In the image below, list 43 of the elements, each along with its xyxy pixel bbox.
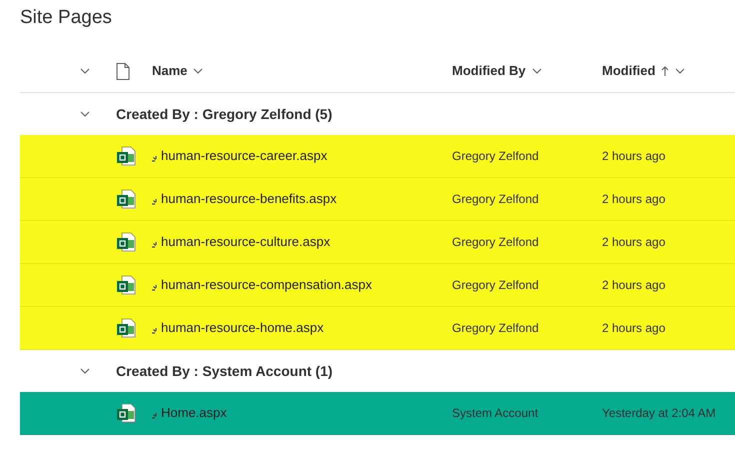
column-header[interactable]: Modified By (452, 61, 542, 81)
list-row[interactable]: Home.aspx System Account Yesterday at 2:04 AM (20, 392, 735, 435)
modified-time-text: 2 hours ago (602, 191, 666, 208)
group-header[interactable]: Created By : Gregory Zelfond (5) (116, 104, 332, 124)
modified-by-text: Gregory Zelfond (452, 148, 539, 165)
list-row[interactable]: human-resource-benefits.aspx Gregory Zelfond 2 hours ago (20, 178, 735, 221)
file-name-link[interactable]: human-resource-career.aspx (161, 146, 328, 166)
chevron-down-icon (675, 68, 686, 74)
list-row[interactable]: human-resource-career.aspx Gregory Zelfond 2 hours ago (20, 135, 735, 178)
list-row[interactable]: human-resource-compensation.aspx Gregory Zelfond 2 hours ago (20, 264, 735, 307)
site-page-icon (116, 318, 138, 338)
collapse-all-chevron-icon[interactable] (80, 68, 90, 74)
modified-by-text: Gregory Zelfond (452, 191, 539, 208)
file-name-link[interactable]: human-resource-culture.aspx (161, 232, 330, 252)
file-name-link[interactable]: Home.aspx (161, 403, 227, 423)
column-header[interactable]: Name (152, 61, 204, 81)
column-header[interactable]: Modified (602, 61, 686, 81)
site-page-icon (116, 189, 138, 209)
list-row[interactable]: human-resource-culture.aspx Gregory Zelfond 2 hours ago (20, 221, 735, 264)
modified-time-text: 2 hours ago (602, 234, 666, 251)
site-page-icon (116, 275, 138, 295)
group-header[interactable]: Created By : System Account (1) (116, 360, 333, 382)
group-chevron-icon[interactable] (80, 368, 90, 374)
modified-by-text: Gregory Zelfond (452, 234, 539, 251)
modified-by-text: Gregory Zelfond (452, 320, 539, 337)
modified-time-text: Yesterday at 2:04 AM (602, 405, 716, 422)
modified-time-text: 2 hours ago (602, 277, 666, 294)
page-title: Site Pages (19, 6, 113, 30)
site-page-icon (116, 403, 138, 423)
modified-by-text: System Account (452, 405, 538, 422)
file-type-icon (116, 62, 130, 80)
chevron-down-icon (193, 68, 204, 74)
site-page-icon (116, 232, 138, 252)
modified-time-text: 2 hours ago (602, 148, 666, 165)
site-page-icon (116, 146, 138, 166)
modified-by-text: Gregory Zelfond (452, 277, 539, 294)
modified-time-text: 2 hours ago (602, 320, 666, 337)
group-chevron-icon[interactable] (80, 111, 90, 117)
chevron-down-icon (532, 68, 542, 74)
file-name-link[interactable]: human-resource-home.aspx (161, 318, 324, 338)
list-row[interactable]: human-resource-home.aspx Gregory Zelfond 2 hours ago (20, 307, 735, 350)
file-name-link[interactable]: human-resource-compensation.aspx (161, 275, 372, 295)
file-name-link[interactable]: human-resource-benefits.aspx (161, 189, 337, 209)
